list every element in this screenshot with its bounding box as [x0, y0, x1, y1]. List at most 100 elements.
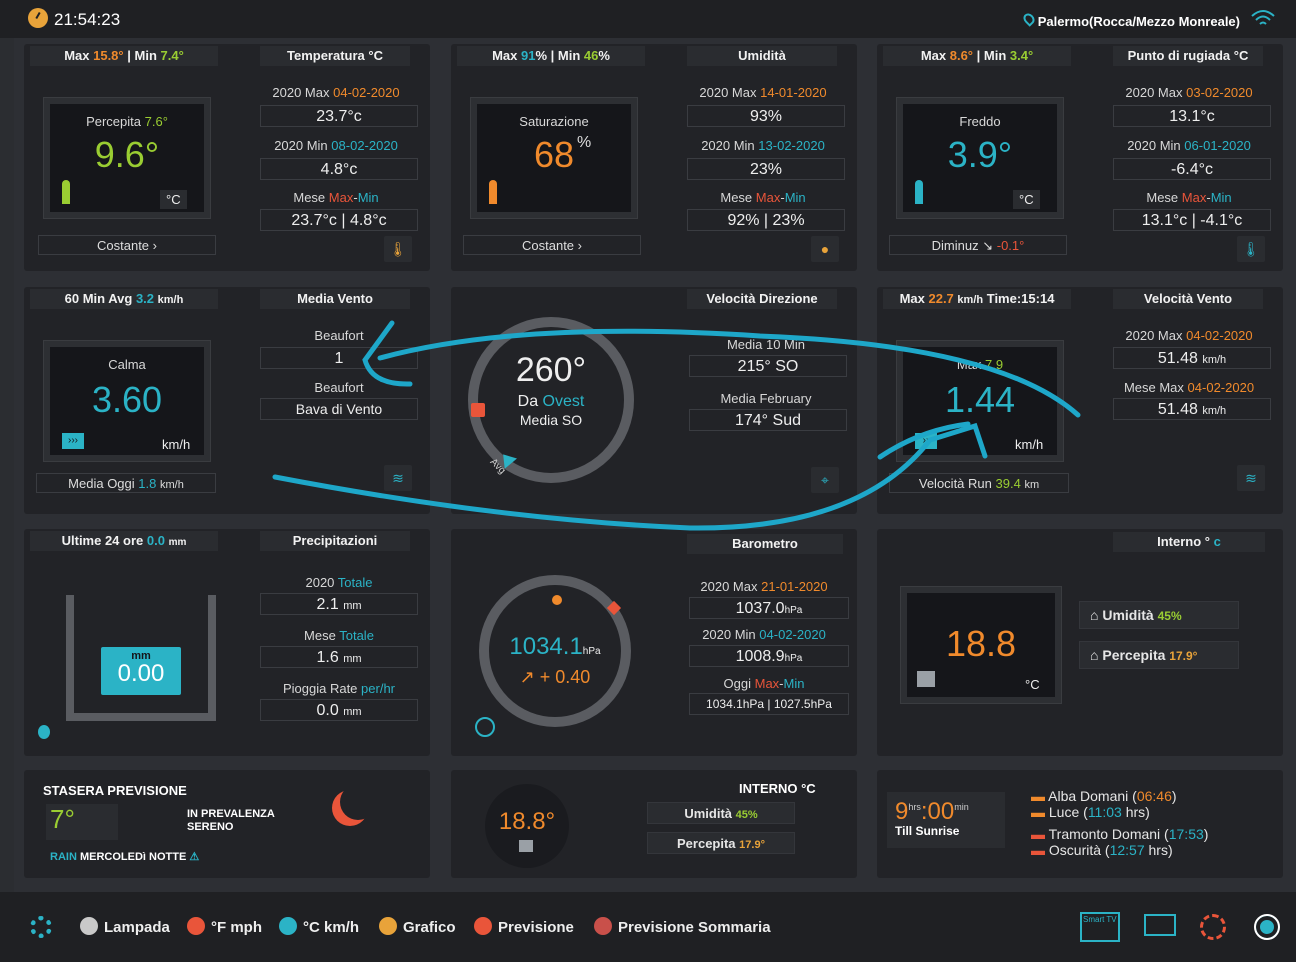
- wind-month-max-value: 51.48 km/h: [1113, 398, 1271, 420]
- indoor-unit: °C: [1025, 677, 1040, 692]
- hum-title: Umidità: [687, 46, 837, 66]
- dew-display: Freddo 3.9° °C: [897, 98, 1063, 218]
- temperature-panel: Max 15.8° | Min 7.4° Temperatura °C Perc…: [24, 44, 430, 271]
- dew-month-value: 13.1°c | -4.1°c: [1113, 209, 1271, 231]
- wind-avg-direction: Media SO: [519, 412, 583, 428]
- wind-month-value: 174° Sud: [689, 409, 847, 431]
- dew-feel-label: Freddo: [959, 114, 1001, 129]
- wind-10min-value: 215° SO: [689, 355, 847, 377]
- hum-trend[interactable]: Costante ›: [463, 235, 641, 255]
- indoor-panel: Interno ° c 18.8 °C ⌂ Umidità 45% ⌂ Perc…: [877, 529, 1283, 756]
- rain-year-value: 2.1 mm: [260, 593, 418, 615]
- gauge-icon[interactable]: [475, 717, 495, 737]
- forecast-dot: [474, 917, 492, 935]
- forecast-summary-dot: [594, 917, 612, 935]
- dewpoint-panel: Max 8.6° | Min 3.4° Punto di rugiada °C …: [877, 44, 1283, 271]
- person-icon: [489, 180, 497, 204]
- rain-rate-value: 0.0 mm: [260, 699, 418, 721]
- wind-speed-panel: Max 22.7 km/h Time:15:14 Velocità Vento …: [877, 287, 1283, 514]
- baro-year-max: 2020 Max 21-01-2020: [700, 579, 828, 594]
- wifi-icon: [1251, 10, 1275, 25]
- wind-waves-icon[interactable]: ≋: [384, 465, 412, 491]
- smart-tv-icon[interactable]: Smart TV: [1080, 912, 1120, 942]
- hum-year-max-value: 93%: [687, 105, 845, 127]
- rain-title: Precipitazioni: [260, 531, 410, 551]
- legend-forecast[interactable]: Previsione: [474, 917, 574, 936]
- wind-speed-header: Max 22.7 km/h Time:15:14: [883, 289, 1071, 309]
- wind-month-max: Mese Max 04-02-2020: [1123, 380, 1255, 395]
- wind-waves-icon[interactable]: ≋: [1237, 465, 1265, 491]
- temp-year-min: 2020 Min 08-02-2020: [274, 138, 398, 153]
- dew-trend[interactable]: Diminuz ↘ -0.1°: [889, 235, 1067, 255]
- wind-avg-display: Calma 3.60 ››› km/h: [44, 341, 210, 461]
- droplet-icon[interactable]: ●: [811, 236, 839, 262]
- temp-month-value: 23.7°c | 4.8°c: [260, 209, 418, 231]
- barometer-panel: Barometro 1034.1hPa ↗ + 0.40 2020 Max 21…: [451, 529, 857, 756]
- beaufort-label-2: Beaufort: [314, 380, 364, 395]
- wind-avg-header: 60 Min Avg 3.2 km/h: [30, 289, 218, 309]
- legend-forecast-summary[interactable]: Previsione Sommaria: [594, 917, 771, 936]
- clock-icon: [28, 8, 48, 28]
- toggle-theme-icon[interactable]: [1254, 914, 1280, 940]
- temp-year-max: 2020 Max 04-02-2020: [272, 85, 400, 100]
- dew-title: Punto di rugiada °C: [1113, 46, 1263, 66]
- till-sunrise: Till Sunrise: [895, 824, 960, 838]
- refresh-icon[interactable]: [1200, 914, 1226, 940]
- hum-year-min: 2020 Min 13-02-2020: [701, 138, 825, 153]
- forecast-temp: 7°: [46, 804, 118, 840]
- feels-like: Percepita 7.6°: [86, 114, 168, 129]
- indoor-summary-panel: INTERNO °C 18.8° Umidità 45% Percepita 1…: [451, 770, 857, 878]
- thermometer-icon[interactable]: 🌡: [1237, 236, 1265, 262]
- legend-lamp[interactable]: Lampada: [80, 917, 170, 936]
- temp-year-min-value: 4.8°c: [260, 158, 418, 180]
- wind-avg-value: 3.60: [91, 379, 163, 420]
- thermometer-icon[interactable]: 🌡: [384, 236, 412, 262]
- sun-icon: [552, 595, 562, 605]
- hum-year-min-value: 23%: [687, 158, 845, 180]
- beaufort-description: Bava di Vento: [260, 398, 418, 420]
- wind-year-max-value: 51.48 km/h: [1113, 347, 1271, 369]
- rain-drop-icon: [38, 725, 50, 739]
- person-icon: [62, 180, 70, 204]
- legend-fahrenheit[interactable]: °F mph: [187, 917, 262, 936]
- wind-today-avg[interactable]: Media Oggi 1.8 km/h: [36, 473, 216, 493]
- sun-times: ▬ Alba Domani (06:46) ▬ Luce (11:03 hrs)…: [1031, 788, 1209, 858]
- indoor-humidity: ⌂ Umidità 45%: [1079, 601, 1239, 629]
- wind-speed-value: 1.44: [944, 379, 1016, 420]
- indoor-value: 18.8: [945, 623, 1017, 664]
- sun-panel: 9hrs:00min Till Sunrise ▬ Alba Domani (0…: [877, 770, 1283, 878]
- wind-avg-title: Media Vento: [260, 289, 410, 309]
- rain-year: 2020 Totale: [305, 575, 373, 590]
- hum-month: Mese Max-Min: [720, 190, 806, 205]
- temp-title: Temperatura °C: [260, 46, 410, 66]
- dew-month: Mese Max-Min: [1146, 190, 1232, 205]
- celsius-dot: [279, 917, 297, 935]
- rain-gauge-reading: mm 0.00: [101, 647, 181, 695]
- hum-value: 68: [533, 134, 575, 175]
- forecast-panel: STASERA PREVISIONE 7° IN PREVALENZA SEREN…: [24, 770, 430, 878]
- hum-unit: %: [577, 134, 592, 151]
- wind-dir-title: Velocità Direzione: [687, 289, 837, 309]
- settings-gear-icon[interactable]: [30, 916, 52, 938]
- baro-value: 1034.1hPa: [509, 633, 601, 660]
- legend-celsius[interactable]: °C km/h: [279, 917, 359, 936]
- saturation-label: Saturazione: [519, 114, 589, 129]
- legend-chart[interactable]: Grafico: [379, 917, 456, 936]
- wind-avg-unit: km/h: [162, 437, 191, 452]
- rain-header: Ultime 24 ore 0.0 mm: [30, 531, 218, 551]
- baro-today: Oggi Max-Min: [723, 676, 805, 691]
- wind-degrees: 260°: [515, 351, 587, 389]
- temp-value: 9.6°: [94, 134, 160, 175]
- station-location[interactable]: Palermo(Rocca/Mezzo Monreale): [1038, 14, 1240, 29]
- moon-cloud-icon: [340, 784, 376, 820]
- desktop-icon[interactable]: [1144, 914, 1176, 936]
- forecast-day: RAIN MERCOLEDì NOTTE ⚠: [50, 851, 200, 863]
- wind-run[interactable]: Velocità Run 39.4 km: [889, 473, 1069, 493]
- rain-month-value: 1.6 mm: [260, 646, 418, 668]
- wind-from: Da Ovest: [517, 393, 585, 410]
- fahrenheit-dot: [187, 917, 205, 935]
- temp-trend[interactable]: Costante ›: [38, 235, 216, 255]
- crosshair-icon[interactable]: ⌖: [811, 467, 839, 493]
- rain-gauge-value: 0.00: [117, 660, 165, 687]
- wind-speed-display: Max 7.9 1.44 ›› km/h: [897, 341, 1063, 461]
